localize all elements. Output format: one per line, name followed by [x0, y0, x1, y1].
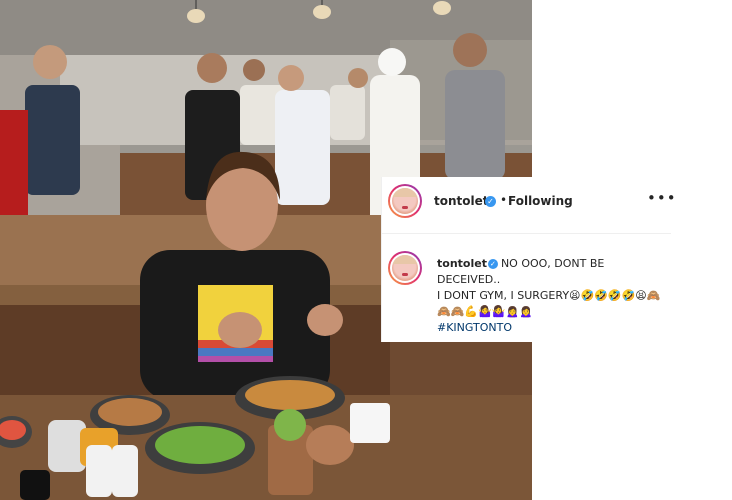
caption-avatar[interactable] [388, 251, 422, 285]
profile-avatar[interactable] [388, 184, 422, 218]
caption-text-line-2: DECEIVED.. [437, 273, 501, 286]
post-caption-section: tontolet ✓ NO OOO, DONT BE DECEIVED.. I DO… [382, 234, 671, 342]
verified-badge-icon: ✓ [487, 259, 498, 269]
caption-username[interactable]: tontolet [437, 257, 487, 270]
post-caption: tontolet ✓ NO OOO, DONT BE DECEIVED.. I DO… [437, 256, 662, 336]
caption-text-line-3: I DONT GYM, I SURGERY😫🤣🤣🤣🤣😫🙈 [437, 289, 661, 302]
post-header: tontolet ✓ • Following ••• [382, 177, 676, 234]
hashtag-link[interactable]: #KINGTONTO [437, 320, 662, 336]
header-separator: • [500, 193, 508, 207]
instagram-post-card: tontolet ✓ • Following ••• tontolet ✓ NO O… [381, 177, 676, 342]
verified-badge-icon: ✓ [485, 196, 496, 207]
following-button[interactable]: Following [508, 194, 573, 208]
caption-line-1: tontolet ✓ NO OOO, DONT BE [437, 256, 662, 272]
caption-text-line-1: NO OOO, DONT BE [500, 257, 605, 270]
header-username[interactable]: tontolet [434, 194, 489, 208]
more-options-icon[interactable]: ••• [647, 189, 677, 207]
caption-text-line-4: 🙈🙈💪🤷‍♀️🤷‍♀️🙍‍♀️🙍‍♀️ [437, 305, 533, 318]
